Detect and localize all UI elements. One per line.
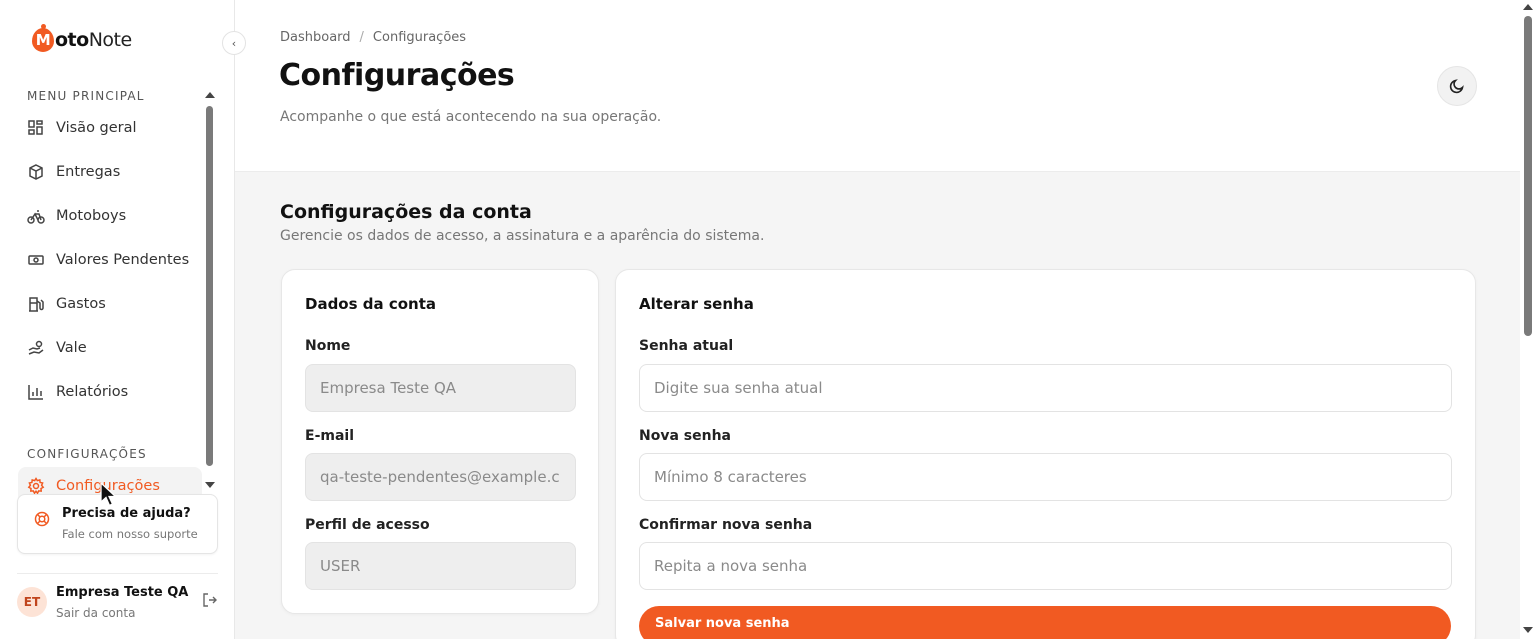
mouse-cursor-icon: [100, 482, 118, 507]
user-divider: [17, 573, 218, 574]
card-title: Dados da conta: [305, 295, 437, 313]
breadcrumb-separator: /: [359, 30, 364, 45]
profile-label: Perfil de acesso: [305, 517, 430, 533]
bar-chart-icon: [28, 385, 43, 400]
change-password-card: Alterar senha Senha atual Digite sua sen…: [615, 269, 1476, 639]
sidebar-item-motoboys[interactable]: Motoboys: [18, 198, 202, 234]
package-icon: [29, 164, 43, 180]
sidebar-item-gastos[interactable]: Gastos: [18, 286, 202, 322]
breadcrumb: Dashboard / Configurações: [280, 30, 466, 45]
section-title: Configurações da conta: [280, 201, 532, 223]
chevron-left-icon: ‹: [231, 36, 237, 50]
handcoins-icon: [28, 340, 44, 355]
sidebar-scrollbar-thumb[interactable]: [206, 106, 213, 466]
current-password-label: Senha atual: [639, 338, 734, 354]
current-password-input[interactable]: Digite sua senha atual: [639, 364, 1452, 412]
bike-icon: [27, 210, 45, 224]
main-scroll-down-arrow[interactable]: [1523, 627, 1533, 633]
page-subtitle: Acompanhe o que está acontecendo na sua …: [280, 109, 662, 125]
logo-mark: M: [32, 24, 54, 52]
account-data-card: Dados da conta Nome Empresa Teste QA E-m…: [281, 269, 599, 614]
sidebar-item-entregas[interactable]: Entregas: [18, 154, 202, 190]
logo-text-bold: oto: [55, 29, 89, 51]
help-title: Precisa de ajuda?: [62, 506, 191, 521]
email-field: qa-teste-pendentes@example.c: [305, 453, 576, 501]
section-subtitle: Gerencie os dados de acesso, a assinatur…: [280, 228, 765, 244]
sidebar-item-relatorios[interactable]: Relatórios: [18, 374, 202, 410]
sidebar-item-label: Entregas: [56, 164, 121, 180]
email-label: E-mail: [305, 428, 355, 444]
breadcrumb-dashboard[interactable]: Dashboard: [280, 30, 351, 45]
main-scrollbar-thumb[interactable]: [1524, 16, 1532, 336]
sidebar-item-visao-geral[interactable]: Visão geral: [18, 110, 202, 146]
breadcrumb-current: Configurações: [372, 30, 467, 45]
save-password-button[interactable]: Salvar nova senha: [639, 606, 1451, 639]
new-password-input[interactable]: Mínimo 8 caracteres: [639, 453, 1452, 501]
new-password-label: Nova senha: [639, 428, 731, 444]
section-label-config: CONFIGURAÇÕES: [27, 447, 147, 461]
sidebar-scroll-down-arrow[interactable]: [205, 482, 215, 488]
dashboard-icon: [28, 120, 43, 135]
gear-icon: [27, 477, 45, 495]
sidebar-item-label: Gastos: [56, 296, 106, 312]
main-scrollbar[interactable]: [1520, 0, 1536, 639]
banknote-icon: [28, 255, 44, 265]
help-subtitle: Fale com nosso suporte: [62, 527, 198, 541]
lifebuoy-icon: [34, 511, 50, 527]
confirm-password-input[interactable]: Repita a nova senha: [639, 542, 1452, 590]
card-title: Alterar senha: [639, 295, 754, 313]
main-scroll-up-arrow[interactable]: [1523, 4, 1533, 10]
theme-toggle-button[interactable]: [1437, 66, 1477, 106]
sidebar-item-vale[interactable]: Vale: [18, 330, 202, 366]
name-field: Empresa Teste QA: [305, 364, 576, 412]
page-header: Dashboard / Configurações Configurações Ac…: [235, 0, 1520, 172]
sidebar-item-label: Valores Pendentes: [56, 252, 190, 268]
moon-icon: [1449, 79, 1464, 94]
app-logo[interactable]: M oto Note: [32, 24, 132, 52]
sidebar-item-label: Visão geral: [56, 120, 137, 136]
fuel-icon: [29, 297, 44, 312]
sidebar-item-label: Vale: [56, 340, 87, 356]
section-label-main: MENU PRINCIPAL: [27, 89, 145, 103]
name-label: Nome: [305, 338, 351, 354]
sidebar-item-label: Relatórios: [56, 384, 129, 400]
profile-field: USER: [305, 542, 576, 590]
user-name: Empresa Teste QA: [56, 585, 189, 600]
page-title: Configurações: [279, 58, 515, 93]
logo-text: Note: [88, 29, 132, 51]
sidebar-scroll-up-arrow[interactable]: [205, 92, 215, 98]
logout-link[interactable]: Sair da conta: [56, 606, 135, 620]
collapse-sidebar-button[interactable]: ‹: [222, 31, 246, 55]
sidebar: M oto Note MENU PRINCIPAL Visão geral En…: [0, 0, 235, 639]
sidebar-item-valores-pendentes[interactable]: Valores Pendentes: [18, 242, 202, 278]
logout-icon[interactable]: [201, 591, 219, 609]
avatar: ET: [17, 587, 47, 617]
confirm-password-label: Confirmar nova senha: [639, 517, 813, 533]
sidebar-item-label: Motoboys: [56, 208, 127, 224]
